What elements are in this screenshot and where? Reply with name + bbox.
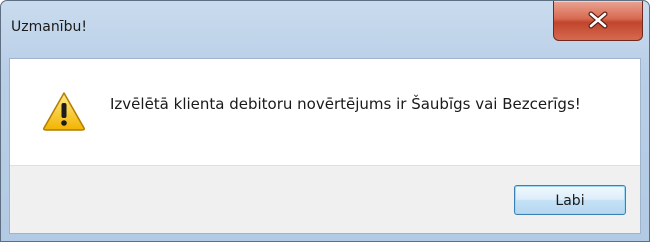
separator: [10, 165, 640, 166]
dialog-body: Izvēlētā klienta debitoru novērtējums ir…: [9, 58, 641, 234]
close-button[interactable]: [553, 1, 643, 41]
message-area: Izvēlētā klienta debitoru novērtējums ir…: [10, 59, 640, 165]
message-text: Izvēlētā klienta debitoru novērtējums ir…: [110, 95, 581, 113]
window-title: Uzmanību!: [11, 19, 87, 35]
close-icon: [588, 11, 608, 29]
message-dialog: Uzmanību! Izvēlētā klienta debitoru novē…: [0, 0, 650, 242]
warning-icon: [43, 92, 85, 131]
ok-button[interactable]: Labi: [514, 185, 626, 215]
title-bar[interactable]: Uzmanību!: [1, 1, 649, 58]
